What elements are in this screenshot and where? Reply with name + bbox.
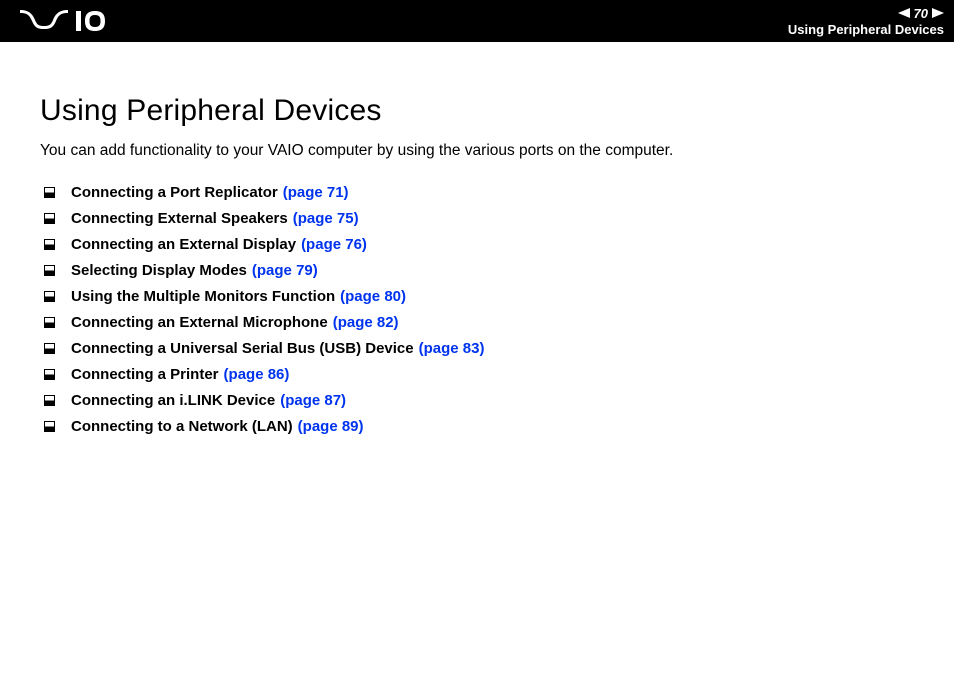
toc-item-page-ref[interactable]: (page 82) bbox=[333, 314, 399, 331]
toc-item: Connecting to a Network (LAN) (page 89) bbox=[40, 418, 914, 435]
bullet-icon bbox=[44, 395, 55, 406]
toc-item-page-ref[interactable]: (page 87) bbox=[280, 392, 346, 409]
toc-item-label: Connecting an i.LINK Device bbox=[71, 392, 275, 409]
bullet-icon bbox=[44, 317, 55, 328]
next-page-arrow-icon[interactable] bbox=[932, 8, 944, 18]
toc-item: Selecting Display Modes (page 79) bbox=[40, 262, 914, 279]
page-navigator: 70 bbox=[898, 6, 944, 21]
toc-item-page-ref[interactable]: (page 89) bbox=[298, 418, 364, 435]
bullet-icon bbox=[44, 291, 55, 302]
toc-item-label: Connecting an External Microphone bbox=[71, 314, 328, 331]
toc-item-label: Using the Multiple Monitors Function bbox=[71, 288, 335, 305]
toc-item-label: Selecting Display Modes bbox=[71, 262, 247, 279]
vaio-logo bbox=[20, 0, 140, 42]
bullet-icon bbox=[44, 213, 55, 224]
intro-paragraph: You can add functionality to your VAIO c… bbox=[40, 142, 914, 160]
toc-item-label: Connecting a Universal Serial Bus (USB) … bbox=[71, 340, 414, 357]
toc-item-page-ref[interactable]: (page 76) bbox=[301, 236, 367, 253]
toc-item-label: Connecting a Port Replicator bbox=[71, 184, 278, 201]
toc-item-label: Connecting External Speakers bbox=[71, 210, 288, 227]
bullet-icon bbox=[44, 187, 55, 198]
toc-item: Connecting an i.LINK Device (page 87) bbox=[40, 392, 914, 409]
bullet-icon bbox=[44, 239, 55, 250]
toc-item-page-ref[interactable]: (page 80) bbox=[340, 288, 406, 305]
bullet-icon bbox=[44, 421, 55, 432]
toc-item: Connecting a Universal Serial Bus (USB) … bbox=[40, 340, 914, 357]
toc-item-label: Connecting to a Network (LAN) bbox=[71, 418, 293, 435]
bullet-icon bbox=[44, 343, 55, 354]
toc-item: Using the Multiple Monitors Function (pag… bbox=[40, 288, 914, 305]
toc-item-page-ref[interactable]: (page 86) bbox=[224, 366, 290, 383]
bullet-icon bbox=[44, 265, 55, 276]
header-right: 70 Using Peripheral Devices bbox=[788, 6, 944, 37]
page-header: 70 Using Peripheral Devices bbox=[0, 0, 954, 42]
toc-item: Connecting a Printer (page 86) bbox=[40, 366, 914, 383]
toc-list: Connecting a Port Replicator(page 71)Con… bbox=[40, 184, 914, 435]
toc-item-label: Connecting a Printer bbox=[71, 366, 219, 383]
toc-item-page-ref[interactable]: (page 83) bbox=[419, 340, 485, 357]
page-number: 70 bbox=[914, 6, 928, 21]
toc-item: Connecting an External Display (page 76) bbox=[40, 236, 914, 253]
toc-item-page-ref[interactable]: (page 71) bbox=[283, 184, 349, 201]
page-content: Using Peripheral Devices You can add fun… bbox=[0, 42, 954, 435]
toc-item-label: Connecting an External Display bbox=[71, 236, 296, 253]
page-title: Using Peripheral Devices bbox=[40, 94, 914, 128]
toc-item-page-ref[interactable]: (page 79) bbox=[252, 262, 318, 279]
toc-item: Connecting External Speakers (page 75) bbox=[40, 210, 914, 227]
toc-item: Connecting an External Microphone (page 8… bbox=[40, 314, 914, 331]
toc-item: Connecting a Port Replicator (page 71) bbox=[40, 184, 914, 201]
toc-item-page-ref[interactable]: (page 75) bbox=[293, 210, 359, 227]
header-section-label: Using Peripheral Devices bbox=[788, 22, 944, 37]
bullet-icon bbox=[44, 369, 55, 380]
prev-page-arrow-icon[interactable] bbox=[898, 8, 910, 18]
